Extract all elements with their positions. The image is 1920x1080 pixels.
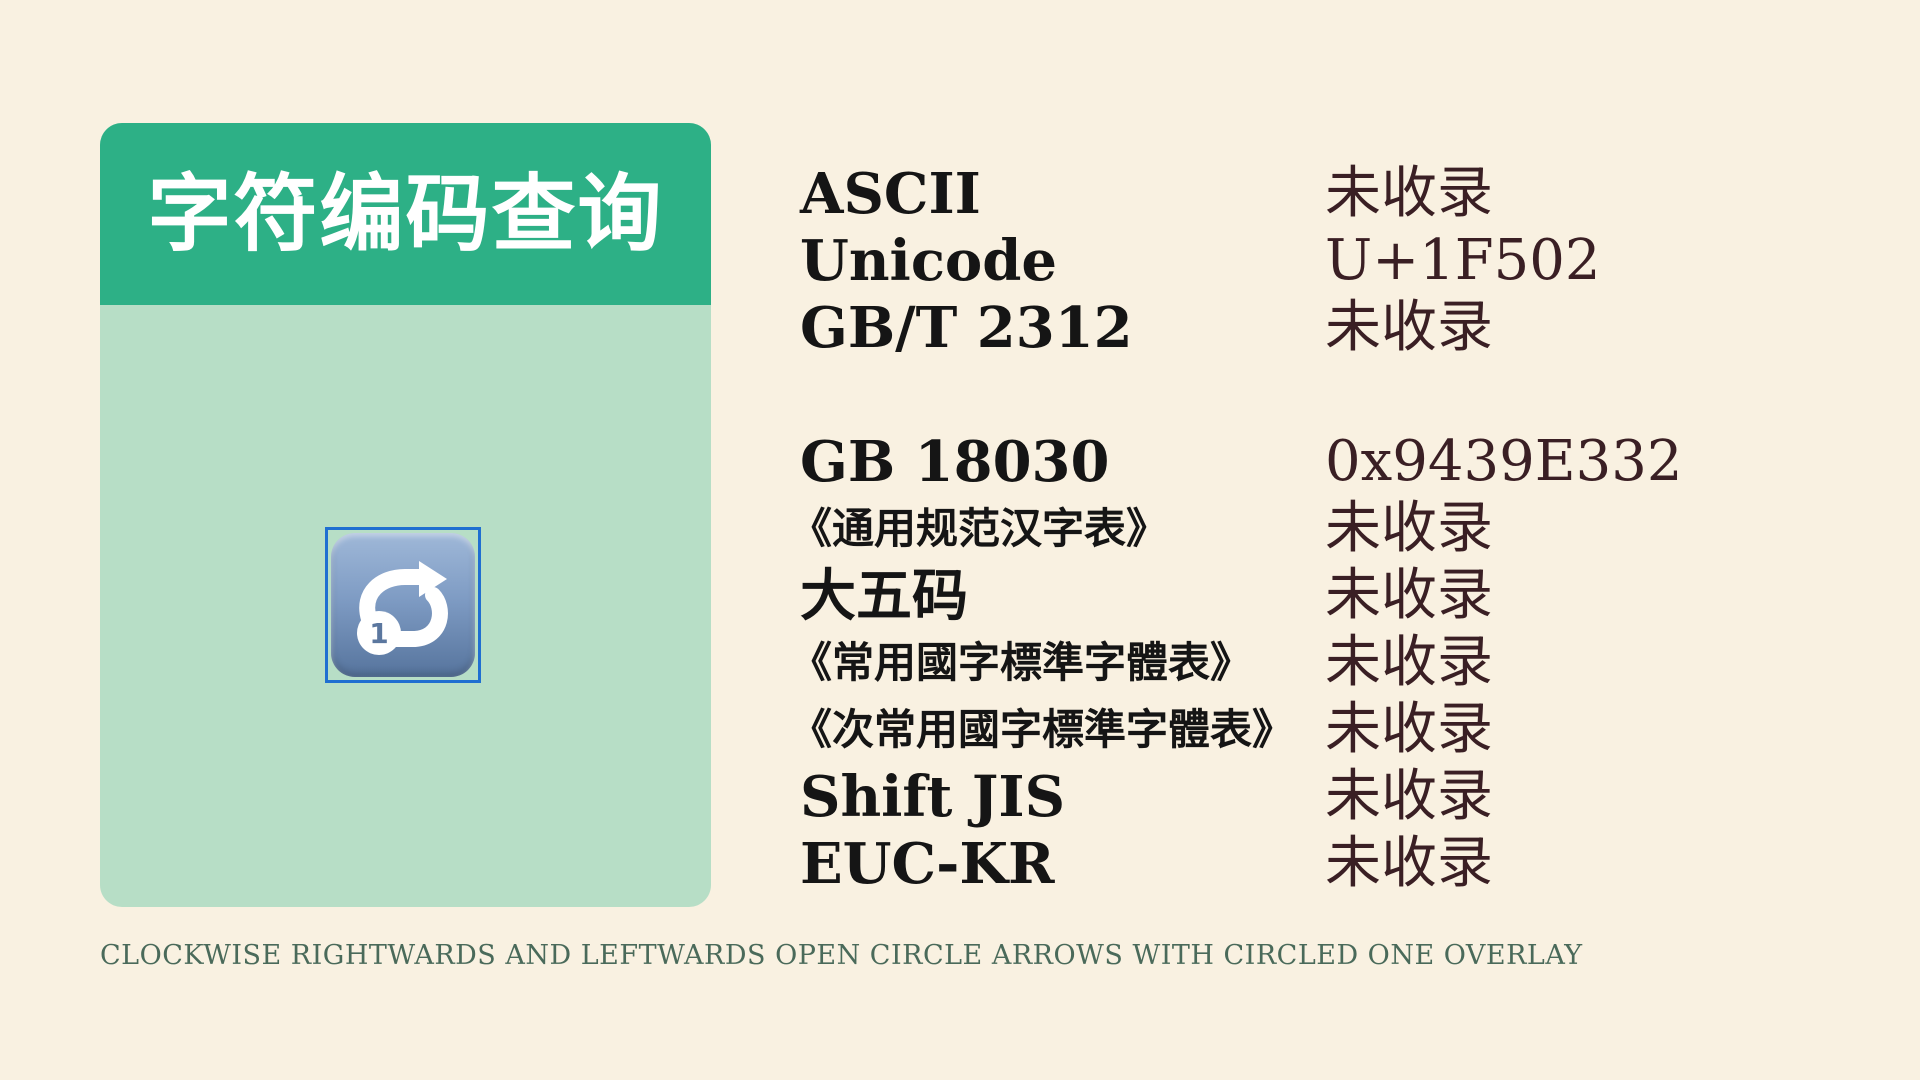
row-value-ascii: 未收录 bbox=[1325, 161, 1493, 226]
row-value-gb18030: 0x9439E332 bbox=[1325, 429, 1683, 494]
row-label-changyong-guozi: 《常用國字標準字體表》 bbox=[790, 638, 1253, 687]
row-label-ci-changyong-guozi: 《次常用國字標準字體表》 bbox=[790, 705, 1295, 754]
row-value-ci-changyong-guozi: 未收录 bbox=[1325, 697, 1493, 762]
row-value-big5: 未收录 bbox=[1325, 563, 1493, 628]
encoding-table: ASCII 未收录 Unicode U+1F502 GB/T 2312 未收录 … bbox=[0, 0, 1920, 1080]
row-value-gbt2312: 未收录 bbox=[1325, 295, 1493, 360]
row-value-shift-jis: 未收录 bbox=[1325, 764, 1493, 829]
row-label-gbt2312: GB/T 2312 bbox=[800, 295, 1133, 361]
row-value-unicode: U+1F502 bbox=[1325, 228, 1601, 293]
row-label-big5: 大五码 bbox=[800, 563, 968, 629]
row-value-changyong-guozi: 未收录 bbox=[1325, 630, 1493, 695]
row-value-euc-kr: 未收录 bbox=[1325, 831, 1493, 896]
character-name-caption: CLOCKWISE RIGHTWARDS AND LEFTWARDS OPEN … bbox=[100, 940, 1583, 971]
row-value-tongyong-guifan: 未收录 bbox=[1325, 496, 1493, 561]
row-label-tongyong-guifan: 《通用规范汉字表》 bbox=[790, 504, 1169, 553]
row-label-euc-kr: EUC-KR bbox=[800, 831, 1055, 897]
row-label-ascii: ASCII bbox=[800, 161, 981, 227]
row-label-gb18030: GB 18030 bbox=[800, 429, 1110, 495]
row-label-unicode: Unicode bbox=[800, 228, 1058, 294]
row-label-shift-jis: Shift JIS bbox=[800, 764, 1066, 830]
